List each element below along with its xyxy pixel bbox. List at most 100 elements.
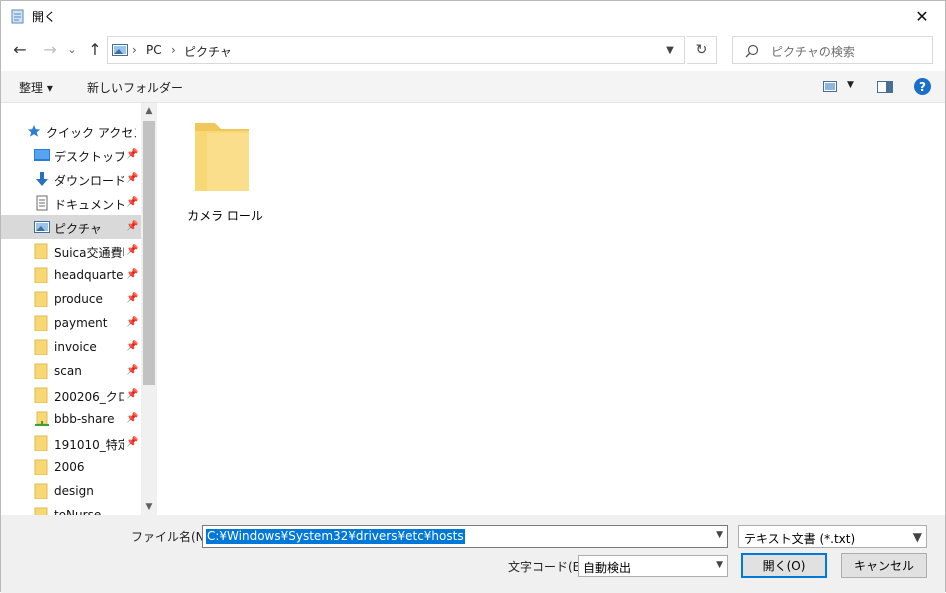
command-bar: 整理 ▾ 新しいフォルダー ▼ ? xyxy=(1,71,945,103)
address-dropdown-button[interactable]: ▼ xyxy=(656,37,684,63)
encoding-label: 文字コード(E): xyxy=(508,560,589,574)
pictures-icon xyxy=(34,221,50,233)
breadcrumb-pc[interactable]: PC xyxy=(146,43,162,57)
up-button[interactable]: ↑ xyxy=(84,38,106,60)
view-dropdown-icon[interactable]: ▼ xyxy=(847,80,854,90)
sidebar-item-downloads[interactable]: ダウンロード 📌 xyxy=(1,167,141,191)
chevron-down-icon[interactable]: ▼ xyxy=(913,530,922,544)
sidebar-item-label: ドキュメント xyxy=(54,198,124,212)
title-bar: 開く ✕ xyxy=(1,1,945,31)
desktop-icon xyxy=(34,149,50,161)
sidebar-item-folder[interactable]: 200206_クローズ 📌 xyxy=(1,383,141,407)
folder-icon xyxy=(34,339,48,355)
sidebar-item-folder[interactable]: invoice 📌 xyxy=(1,335,141,359)
folder-icon xyxy=(34,363,48,379)
folder-icon xyxy=(34,483,48,499)
address-separator: › xyxy=(132,43,137,57)
search-box[interactable]: ピクチャの検索 xyxy=(732,36,933,64)
preview-pane-icon[interactable] xyxy=(877,81,893,93)
pin-icon: 📌 xyxy=(126,293,139,304)
search-placeholder: ピクチャの検索 xyxy=(771,45,855,59)
folder-icon xyxy=(34,459,48,475)
open-button[interactable]: 開く(O) xyxy=(741,553,827,578)
navigation-pane: クイック アクセス デスクトップ 📌 ダウンロード 📌 ドキュメント 📌 ピクチ… xyxy=(1,103,157,515)
sidebar-item-folder[interactable]: headquarters 📌 xyxy=(1,263,141,287)
sidebar-scrollbar[interactable]: ▲ ▼ xyxy=(141,103,157,515)
sidebar-item-label: クイック アクセス xyxy=(46,126,136,140)
help-button[interactable]: ? xyxy=(914,78,931,95)
folder-icon[interactable] xyxy=(193,117,253,197)
recent-locations-button[interactable]: ⌄ xyxy=(63,38,81,60)
sidebar-item-folder[interactable]: scan 📌 xyxy=(1,359,141,383)
sidebar-item-label: ピクチャ xyxy=(54,222,102,236)
scroll-up-arrow-icon[interactable]: ▲ xyxy=(141,103,157,119)
folder-icon xyxy=(34,267,48,283)
sidebar-item-desktop[interactable]: デスクトップ 📌 xyxy=(1,143,141,167)
sidebar-item-folder[interactable]: payment 📌 xyxy=(1,311,141,335)
pin-icon: 📌 xyxy=(126,197,139,208)
sidebar-item-documents[interactable]: ドキュメント 📌 xyxy=(1,191,141,215)
address-bar[interactable]: › PC › ピクチャ ▼ xyxy=(107,36,685,64)
pin-icon: 📌 xyxy=(126,389,139,400)
file-item-label[interactable]: カメラ ロール xyxy=(175,207,275,224)
sidebar-item-folder[interactable]: design xyxy=(1,479,141,503)
sidebar-item-label: design xyxy=(54,484,94,498)
forward-button[interactable]: → xyxy=(39,38,61,60)
file-type-value: テキスト文書 (*.txt) xyxy=(744,532,856,546)
sidebar-item-label: Suica交通費明 xyxy=(54,246,124,260)
sidebar-item-folder[interactable]: 2006 xyxy=(1,455,141,479)
sidebar-item-label: ダウンロード xyxy=(54,174,124,188)
chevron-down-icon[interactable]: ▼ xyxy=(716,530,723,540)
encoding-value: 自動検出 xyxy=(583,561,632,575)
sidebar-item-label: bbb-share xyxy=(54,412,115,426)
sidebar-item-label: produce xyxy=(54,292,103,306)
breadcrumb-pictures[interactable]: ピクチャ xyxy=(184,43,232,60)
pin-icon: 📌 xyxy=(126,173,139,184)
sidebar-item-label: scan xyxy=(54,364,82,378)
filename-combobox[interactable]: C:¥Windows¥System32¥drivers¥etc¥hosts ▼ xyxy=(202,525,728,548)
sidebar-item-folder[interactable]: toNurse xyxy=(1,503,141,515)
file-type-select[interactable]: テキスト文書 (*.txt) ▼ xyxy=(738,525,927,548)
pin-icon: 📌 xyxy=(126,245,139,256)
star-icon xyxy=(27,125,41,137)
sidebar-item-label: デスクトップ xyxy=(54,150,124,164)
scrollbar-thumb[interactable] xyxy=(143,121,155,385)
encoding-select[interactable]: 自動検出 ▼ xyxy=(578,555,728,577)
sidebar-item-folder[interactable]: produce 📌 xyxy=(1,287,141,311)
file-list-area[interactable]: カメラ ロール xyxy=(157,103,945,515)
cancel-button[interactable]: キャンセル xyxy=(841,553,927,578)
shared-folder-icon xyxy=(35,411,49,426)
sidebar-item-folder[interactable]: 191010_特定役 📌 xyxy=(1,431,141,455)
sidebar-item-folder[interactable]: Suica交通費明 📌 xyxy=(1,239,141,263)
organize-button[interactable]: 整理 ▾ xyxy=(19,79,53,96)
close-button[interactable]: ✕ xyxy=(899,1,945,31)
pin-icon: 📌 xyxy=(126,365,139,376)
pin-icon: 📌 xyxy=(126,413,139,424)
sidebar-item-quick-access[interactable]: クイック アクセス xyxy=(1,119,141,143)
refresh-button[interactable]: ↻ xyxy=(687,36,717,64)
back-button[interactable]: ← xyxy=(9,38,31,60)
folder-icon xyxy=(34,507,48,515)
sidebar-item-label: 2006 xyxy=(54,460,85,474)
view-options-icon[interactable] xyxy=(823,81,837,92)
pin-icon: 📌 xyxy=(126,269,139,280)
sidebar-item-pictures[interactable]: ピクチャ 📌 xyxy=(1,215,141,239)
sidebar-item-folder[interactable]: bbb-share 📌 xyxy=(1,407,141,431)
open-file-dialog: 開く ✕ ← → ⌄ ↑ › PC › ピクチャ ▼ ↻ ピクチャの検索 整理 … xyxy=(0,0,946,593)
document-icon xyxy=(36,195,48,211)
notepad-icon xyxy=(11,9,24,24)
window-title: 開く xyxy=(32,10,57,24)
sidebar-item-label: invoice xyxy=(54,340,97,354)
new-folder-button[interactable]: 新しいフォルダー xyxy=(87,79,183,96)
chevron-down-icon[interactable]: ▼ xyxy=(716,560,723,570)
sidebar-item-label: toNurse xyxy=(54,508,102,515)
address-separator: › xyxy=(171,43,176,57)
sidebar-item-label: payment xyxy=(54,316,108,330)
pin-icon: 📌 xyxy=(126,437,139,448)
scroll-down-arrow-icon[interactable]: ▼ xyxy=(141,499,157,515)
folder-icon xyxy=(34,291,48,307)
folder-icon xyxy=(34,243,48,259)
filename-input[interactable]: C:¥Windows¥System32¥drivers¥etc¥hosts xyxy=(206,529,465,544)
pin-icon: 📌 xyxy=(126,317,139,328)
search-icon xyxy=(745,44,759,58)
